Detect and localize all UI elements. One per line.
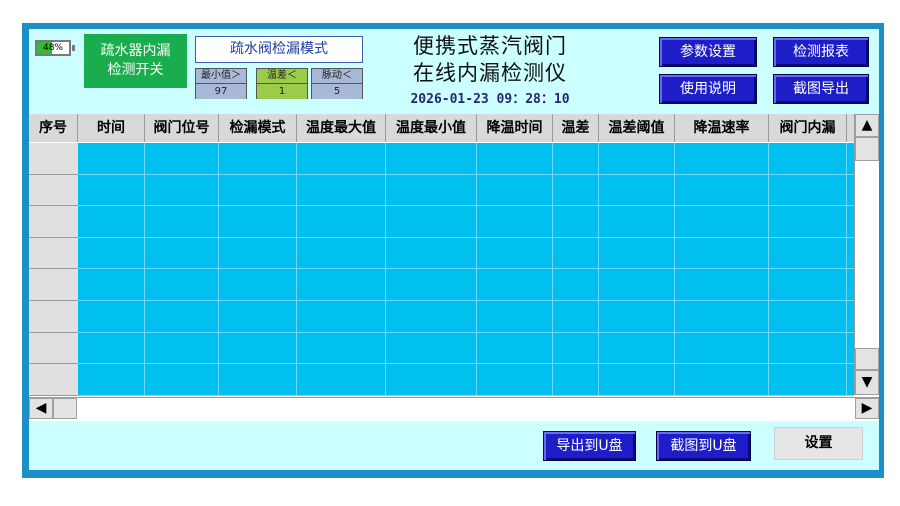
column-header[interactable]: 序号 — [29, 114, 78, 142]
table-row[interactable] — [78, 143, 854, 175]
scroll-left-icon[interactable]: ◀ — [29, 398, 53, 419]
scroll-up-icon[interactable]: ▲ — [855, 114, 879, 137]
column-header[interactable]: 阀门内漏 — [769, 114, 847, 142]
param-temp-diff[interactable]: 温差＜ 1 — [256, 68, 308, 99]
row-header[interactable] — [29, 301, 78, 333]
param-min-label: 最小值＞ — [196, 69, 246, 84]
param-pulse-value: 5 — [312, 84, 362, 99]
row-header[interactable] — [29, 332, 78, 365]
column-divider — [218, 143, 219, 396]
param-pulse-label: 脉动＜ — [312, 69, 362, 84]
column-header[interactable]: 温度最小值 — [386, 114, 477, 142]
battery-label: 48% — [42, 43, 63, 53]
app-title-line2: 在线内漏检测仪 — [413, 61, 567, 85]
user-manual-button[interactable]: 使用说明 — [659, 74, 757, 104]
table-row[interactable] — [78, 237, 854, 270]
column-divider — [296, 143, 297, 396]
column-header[interactable]: 温度最大值 — [297, 114, 386, 142]
screenshot-export-button[interactable]: 截图导出 — [773, 74, 869, 104]
column-header[interactable]: 阀门位号 — [145, 114, 219, 142]
table-row[interactable] — [78, 332, 854, 365]
app-title-line1: 便携式蒸汽阀门 — [413, 34, 567, 58]
row-divider — [78, 394, 854, 396]
export-usb-button[interactable]: 导出到U盘 — [543, 431, 636, 461]
row-header[interactable] — [29, 174, 78, 207]
param-min-value-text: 97 — [196, 84, 246, 99]
datetime-display: 2026-01-23 09：28：10 — [410, 92, 570, 107]
app-title: 便携式蒸汽阀门 在线内漏检测仪 — [380, 33, 600, 87]
table-row[interactable] — [78, 364, 854, 396]
column-divider — [598, 143, 599, 396]
scroll-down-icon[interactable]: ▼ — [855, 370, 879, 395]
row-header[interactable] — [29, 237, 78, 270]
column-divider — [552, 143, 553, 396]
column-divider — [674, 143, 675, 396]
column-header[interactable]: 检漏模式 — [219, 114, 297, 142]
battery-indicator: 48% — [35, 40, 75, 56]
row-header[interactable] — [29, 269, 78, 301]
column-header[interactable]: 降温时间 — [477, 114, 553, 142]
table-row[interactable] — [78, 269, 854, 301]
column-header[interactable]: 温差阈值 — [599, 114, 675, 142]
column-divider — [846, 143, 847, 396]
vertical-scroll-track-end — [855, 348, 879, 370]
horizontal-scroll-thumb[interactable] — [53, 398, 77, 419]
row-header[interactable] — [29, 143, 78, 175]
row-header[interactable] — [29, 364, 78, 396]
leak-switch-line2: 检测开关 — [107, 62, 164, 78]
column-divider — [476, 143, 477, 396]
scroll-right-icon[interactable]: ▶ — [855, 398, 879, 419]
detection-report-button[interactable]: 检测报表 — [773, 37, 869, 67]
leak-switch-line1: 疏水器内漏 — [100, 43, 171, 59]
param-min-value[interactable]: 最小值＞ 97 — [195, 68, 247, 99]
table-row[interactable] — [78, 301, 854, 333]
vertical-scroll-thumb[interactable] — [855, 137, 879, 161]
column-divider — [385, 143, 386, 396]
column-header[interactable]: 降温速率 — [675, 114, 769, 142]
table-row[interactable] — [78, 206, 854, 238]
row-header[interactable] — [29, 206, 78, 238]
param-settings-button[interactable]: 参数设置 — [659, 37, 757, 67]
screenshot-usb-button[interactable]: 截图到U盘 — [656, 431, 751, 461]
table-header: 序号 时间 阀门位号 检漏模式 温度最大值 温度最小值 降温时间 温差 温差阈值 降温速率 阀门内漏 — [29, 114, 854, 142]
detection-mode-selector[interactable]: 疏水阀检漏模式 — [195, 36, 363, 63]
param-temp-diff-label: 温差＜ — [257, 69, 307, 84]
horizontal-scrollbar[interactable]: ◀ ▶ — [29, 397, 879, 419]
column-divider — [768, 143, 769, 396]
param-pulse[interactable]: 脉动＜ 5 — [311, 68, 363, 99]
leak-detection-switch[interactable]: 疏水器内漏 检测开关 — [84, 34, 187, 88]
battery-terminal — [72, 45, 75, 51]
table-row[interactable] — [78, 174, 854, 207]
param-temp-diff-value: 1 — [257, 84, 307, 99]
column-header[interactable]: 温差 — [553, 114, 599, 142]
settings-button[interactable]: 设置 — [774, 427, 863, 460]
column-header[interactable]: 时间 — [78, 114, 145, 142]
vertical-scrollbar[interactable]: ▲ ▼ — [854, 114, 879, 395]
column-divider — [144, 143, 145, 396]
